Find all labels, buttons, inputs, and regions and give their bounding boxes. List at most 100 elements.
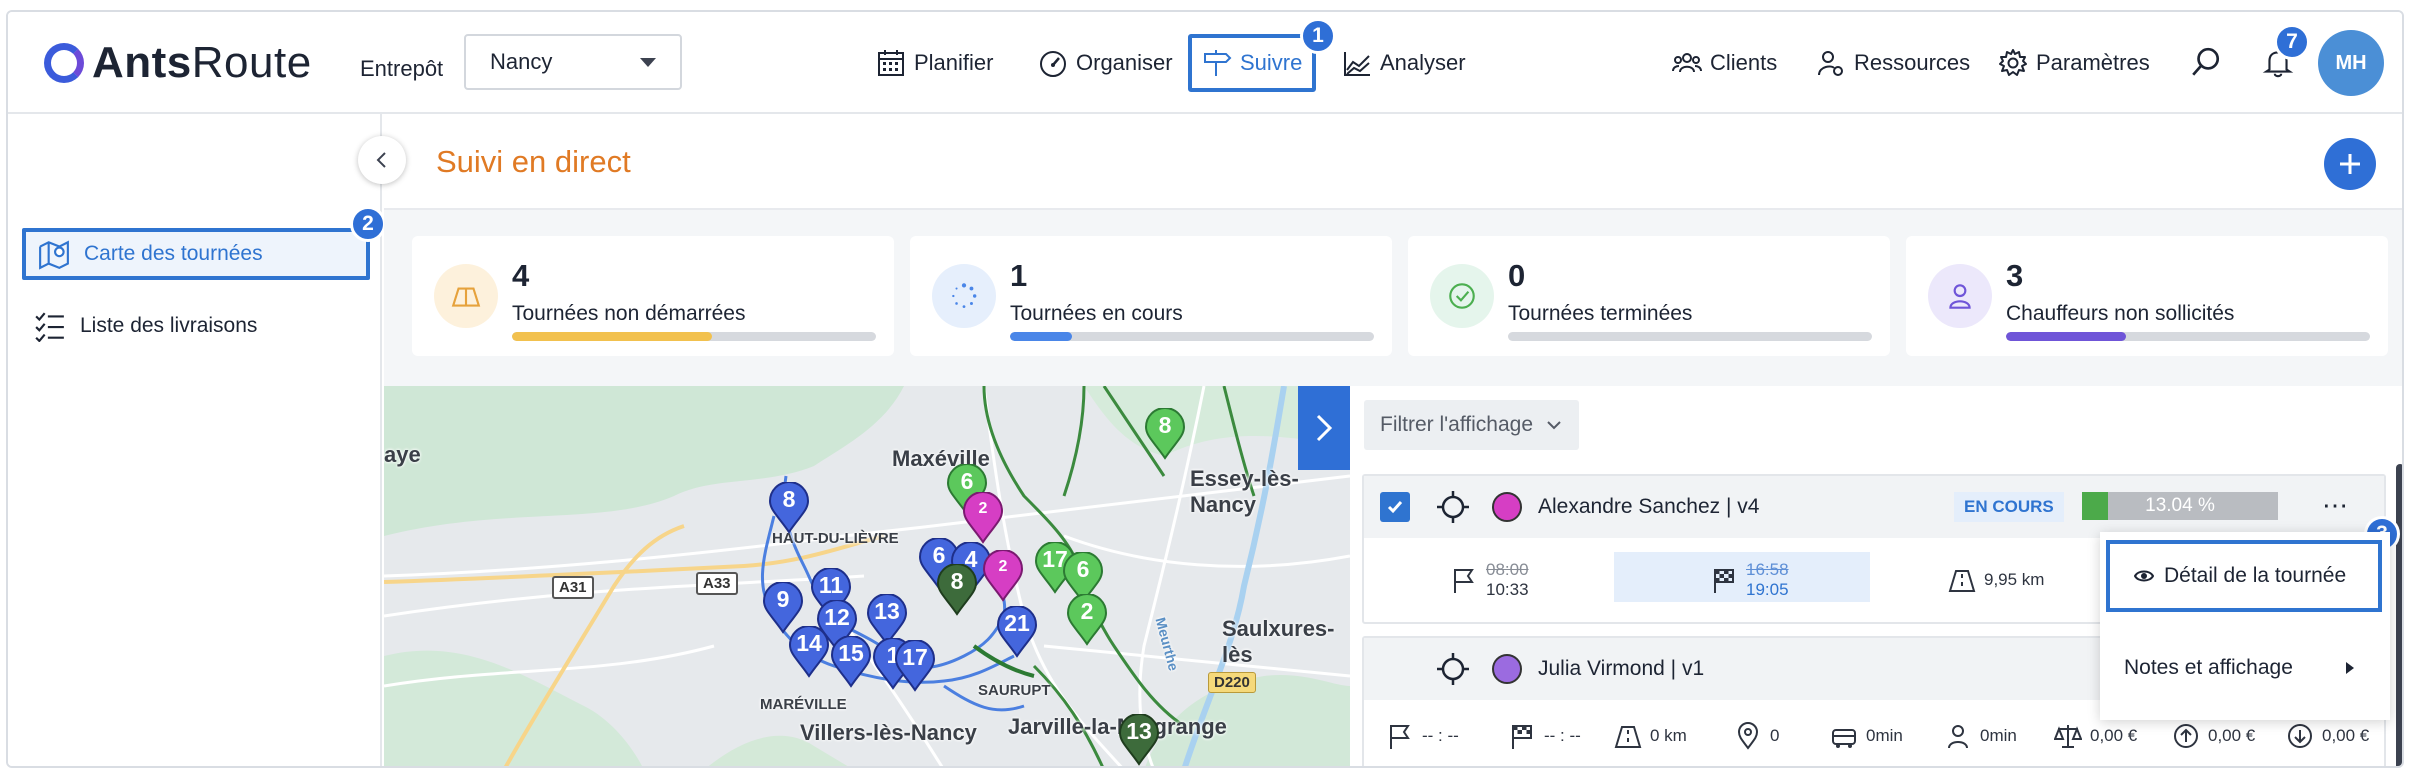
map-pin-marker[interactable]: 15 [830,635,872,688]
map-pin-marker[interactable]: 8 [768,481,810,534]
map-pin-icon [39,240,69,270]
notifications-count-badge: 7 [2274,24,2310,60]
menu-item-detail-tournee[interactable]: Détail de la tournée [2106,540,2382,612]
map-label-saurupt: SAURUPT [978,682,1051,699]
stat-card-terminees[interactable]: 0 Tournées terminées [1408,236,1890,356]
nav-parametres[interactable]: Paramètres [1998,38,2150,88]
route-cost-c: 0,00 € [2286,722,2369,750]
app-window: AntsRoute Entrepôt Nancy Planifier Organ… [6,10,2404,768]
nav-ressources-label: Ressources [1854,50,1971,75]
checkered-flag-icon [1714,569,1734,593]
nav-clients[interactable]: Clients [1672,38,1777,88]
map-pin-marker[interactable]: 14 [788,625,830,678]
road-sign-a31: A31 [552,576,594,599]
page-title: Suivi en direct [436,144,631,179]
stat-progress-fill [1010,332,1072,341]
work-time-value: 0min [1980,726,2017,745]
nav-parametres-label: Paramètres [2036,50,2150,75]
signpost-icon [1204,50,1232,76]
sidebar-item-carte-des-tournees[interactable]: Carte des tournées [22,228,370,280]
panel-scrollbar[interactable] [2396,464,2402,766]
drive-time-value: 0min [1866,726,1903,745]
stat-card-chauffeurs[interactable]: 3 Chauffeurs non sollicités [1906,236,2388,356]
sidebar-item-label: Liste des livraisons [80,314,258,337]
route-stops: 0 [1734,722,1779,750]
stat-icon-bg [1430,264,1494,328]
step-badge-1: 1 [1300,18,1336,54]
user-gear-icon [1818,51,1843,76]
nav-organiser[interactable]: Organiser [1038,38,1173,88]
nav-suivre[interactable]: Suivre [1188,34,1317,92]
route-checkbox[interactable] [1380,492,1410,522]
map-pin-marker[interactable]: 2 [962,491,1004,544]
users-icon [1672,53,1702,73]
filter-button[interactable]: Filtrer l'affichage [1364,400,1580,450]
menu-item-notes-affichage[interactable]: Notes et affichage [2100,632,2390,704]
map-icon [451,287,481,307]
road-icon [1614,726,1642,748]
road-icon [1948,570,1976,592]
sidebar-item-label: Carte des tournées [84,242,263,265]
route-drive-time: 0min [1830,722,1903,750]
stat-label: Tournées en cours [1010,302,1183,325]
logo-text: AntsRoute [92,38,312,87]
map-pin-marker[interactable]: 2 [982,549,1024,602]
toggle-panel-button[interactable] [1298,386,1350,470]
user-avatar[interactable]: MH [2318,30,2384,96]
flag-icon [1454,569,1474,593]
more-options-icon[interactable]: ⋯ [2322,490,2350,521]
stat-progress-fill [512,332,713,341]
map-label-villers: Villers-lès-Nancy [800,720,977,745]
stat-progress-bar [512,332,876,341]
stops-value: 0 [1770,726,1780,745]
locate-icon[interactable] [1436,652,1470,686]
map-pin-marker[interactable]: 17 [894,639,936,692]
route-name: Julia Virmond | v1 [1538,657,1705,680]
stat-card-en-cours[interactable]: 1 Tournées en cours [910,236,1392,356]
nav-suivre-label: Suivre [1240,50,1303,75]
start-planned: 08:00 [1486,560,1529,579]
add-button[interactable] [2324,138,2376,190]
warehouse-select[interactable]: Nancy [464,34,682,90]
locate-icon[interactable] [1436,490,1470,524]
map-pin-marker[interactable]: 2 [1066,593,1108,646]
sidebar-item-liste-des-livraisons[interactable]: Liste des livraisons [22,300,370,352]
route-context-menu: Détail de la tournée Notes et affichage [2100,532,2390,720]
stat-count: 4 [512,258,530,293]
stat-progress-bar [2006,332,2370,341]
antsroute-logo[interactable]: AntsRoute [44,38,312,88]
loading-icon [952,283,977,309]
map-pin-marker[interactable]: 21 [996,605,1038,658]
stat-card-non-demarrees[interactable]: 4 Tournées non démarrées [412,236,894,356]
scale-icon [2054,725,2082,748]
plus-icon [2340,154,2360,174]
map-pin-marker[interactable]: 13 [1118,713,1160,766]
filter-label: Filtrer l'affichage [1380,413,1534,436]
nav-analyser[interactable]: Analyser [1342,38,1466,88]
cost-c-value: 0,00 € [2322,726,2370,745]
menu-item-label: Détail de la tournée [2164,564,2347,587]
collapse-sidebar-button[interactable] [358,136,406,184]
flag-icon [1390,725,1410,749]
nav-planifier[interactable]: Planifier [876,38,993,88]
distance-value: 9,95 km [1984,570,2045,589]
map-label-mareville: MARÉVILLE [760,696,847,713]
routes-map[interactable]: aye Maxéville Essey-lès-Nancy HAUT-DU-LI… [384,386,1350,766]
search-button[interactable] [2186,42,2226,82]
map-pin-marker[interactable]: 8 [1144,407,1186,460]
end-value: -- : -- [1544,726,1581,745]
chevron-right-icon [1316,414,1333,442]
nav-ressources[interactable]: Ressources [1816,38,1970,88]
stat-count: 3 [2006,258,2024,293]
route-distance: 9,95 km [1948,566,2044,594]
route-start-time: -- : -- [1386,722,1459,750]
user-icon [1949,284,1971,309]
gauge-icon [1040,51,1066,77]
stat-count: 0 [1508,258,1526,293]
distance-value: 0 km [1650,726,1687,745]
route-color-dot [1492,654,1522,684]
map-label-saulxures: Saulxures-lès [1222,616,1335,667]
map-pin-marker[interactable]: 8 [936,563,978,616]
warehouse-value: Nancy [490,49,553,74]
status-badge: EN COURS [1954,492,2064,522]
